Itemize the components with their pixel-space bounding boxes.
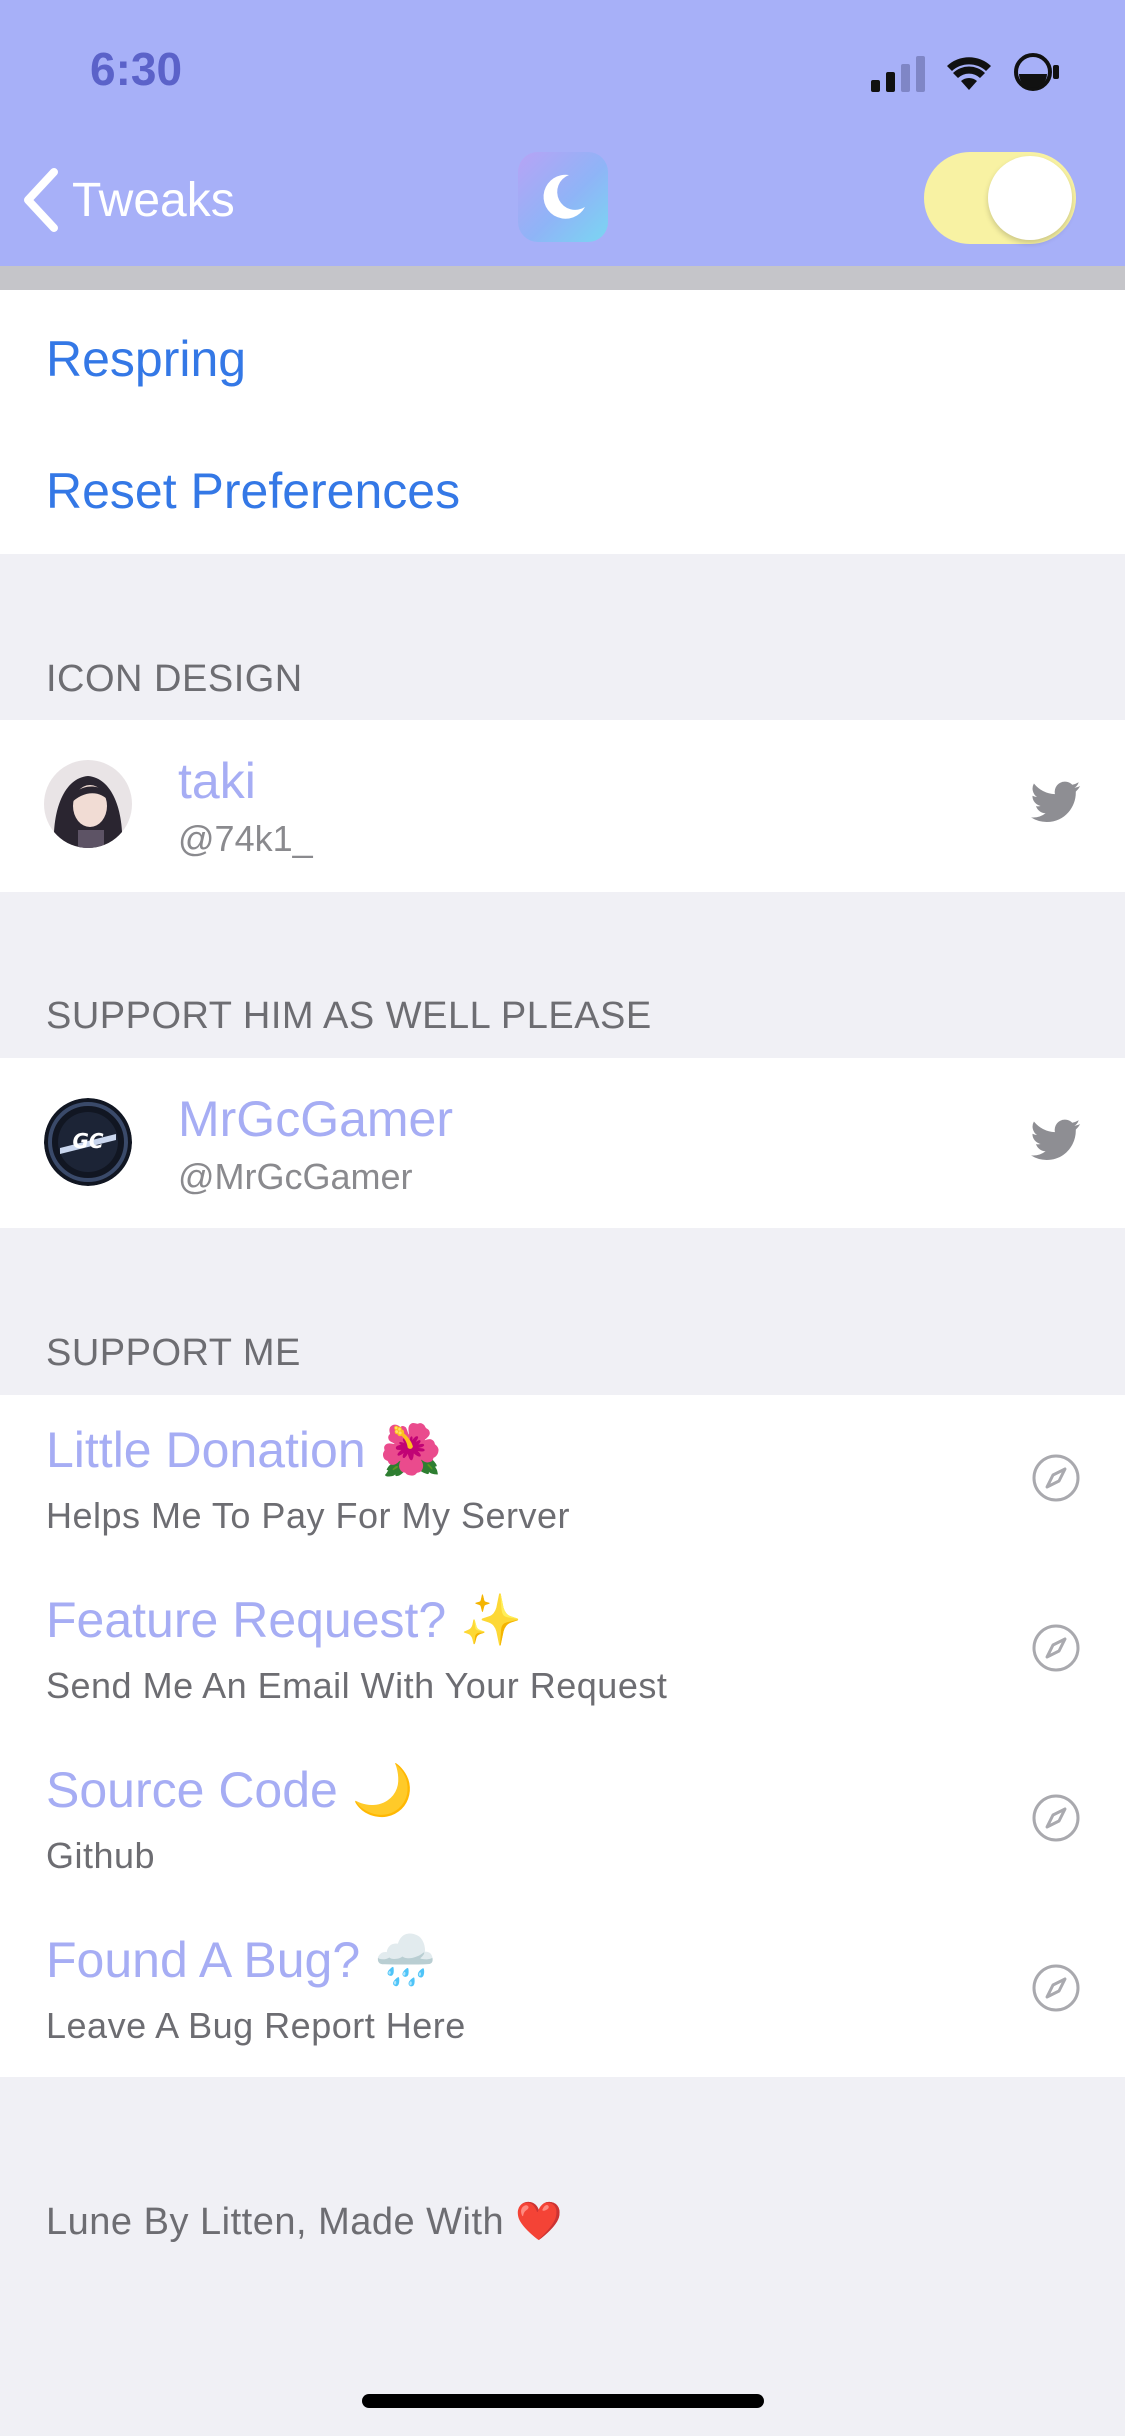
compass-icon xyxy=(1032,1624,1080,1672)
link-subtitle: Send Me An Email With Your Request xyxy=(46,1665,668,1706)
link-subtitle: Helps Me To Pay For My Server xyxy=(46,1495,570,1536)
support-me-group: Little Donation 🌺 Helps Me To Pay For My… xyxy=(0,1395,1125,2077)
actions-group: Respring Reset Preferences xyxy=(0,290,1125,554)
svg-text:GC: GC xyxy=(72,1129,103,1153)
link-row-bug-report[interactable]: Found A Bug? 🌧️ Leave A Bug Report Here xyxy=(0,1905,1125,2075)
support-him-group: GC MrGcGamer @MrGcGamer xyxy=(0,1058,1125,1228)
home-indicator[interactable] xyxy=(362,2394,764,2408)
back-label: Tweaks xyxy=(72,173,235,227)
back-button[interactable]: Tweaks xyxy=(22,160,235,240)
link-title: Found A Bug? 🌧️ xyxy=(46,1932,437,1988)
link-title: Little Donation 🌺 xyxy=(46,1422,442,1478)
enable-toggle[interactable] xyxy=(924,152,1076,244)
navigation-header: 6:30 Tweaks xyxy=(0,0,1125,266)
icon-design-group: taki @74k1_ xyxy=(0,720,1125,892)
section-header-support-me: SUPPORT ME xyxy=(46,1332,301,1374)
toggle-knob xyxy=(988,156,1072,240)
section-header-icon-design: ICON DESIGN xyxy=(46,658,303,700)
chevron-left-icon xyxy=(24,168,58,232)
status-time: 6:30 xyxy=(90,43,183,95)
wifi-icon xyxy=(947,57,991,90)
app-icon xyxy=(518,152,608,242)
compass-icon xyxy=(1032,1454,1080,1502)
avatar: GC xyxy=(44,1098,132,1186)
compass-icon xyxy=(1032,1794,1080,1842)
section-header-support-him: SUPPORT HIM AS WELL PLEASE xyxy=(46,995,652,1037)
person-row-mrgcgamer[interactable]: GC MrGcGamer @MrGcGamer xyxy=(0,1058,1125,1228)
person-row-taki[interactable]: taki @74k1_ xyxy=(0,720,1125,890)
reset-preferences-button[interactable]: Reset Preferences xyxy=(46,462,460,520)
twitter-icon xyxy=(1031,781,1081,822)
person-name: taki xyxy=(178,753,256,809)
link-title: Feature Request? ✨ xyxy=(46,1592,523,1648)
link-row-donation[interactable]: Little Donation 🌺 Helps Me To Pay For My… xyxy=(0,1395,1125,1565)
compass-icon xyxy=(1032,1964,1080,2012)
avatar xyxy=(44,760,132,848)
footer-text: Lune By Litten, Made With ❤️ xyxy=(46,2201,564,2243)
twitter-icon xyxy=(1031,1119,1081,1160)
battery-icon xyxy=(1014,53,1059,91)
person-name: MrGcGamer xyxy=(178,1091,453,1147)
link-row-feature-request[interactable]: Feature Request? ✨ Send Me An Email With… xyxy=(0,1565,1125,1735)
link-subtitle: Leave A Bug Report Here xyxy=(46,2005,466,2046)
header-divider xyxy=(0,266,1125,290)
respring-button[interactable]: Respring xyxy=(46,330,246,388)
person-handle: @MrGcGamer xyxy=(178,1156,413,1197)
link-subtitle: Github xyxy=(46,1835,156,1876)
link-row-source-code[interactable]: Source Code 🌙 Github xyxy=(0,1735,1125,1905)
status-icons xyxy=(871,52,1065,92)
link-title: Source Code 🌙 xyxy=(46,1762,414,1818)
moon-icon xyxy=(543,174,585,219)
cellular-signal-icon xyxy=(871,56,925,92)
person-handle: @74k1_ xyxy=(178,818,313,859)
